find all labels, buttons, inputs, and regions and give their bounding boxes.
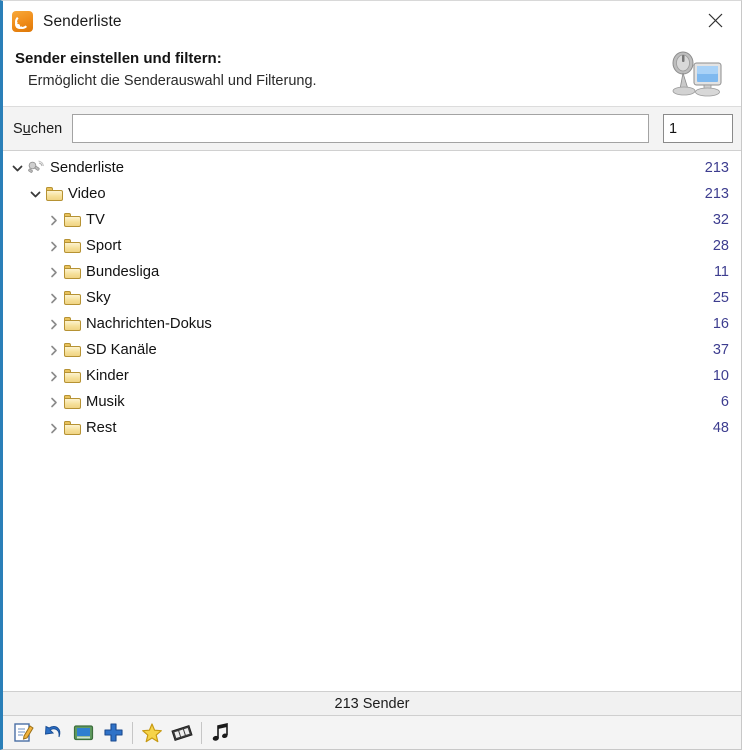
tree-item-label: Musik — [86, 394, 125, 410]
page-subtitle: Ermöglicht die Senderauswahl und Filteru… — [28, 73, 317, 89]
window-title: Senderliste — [43, 12, 122, 30]
chevron-right-icon[interactable] — [45, 423, 62, 434]
tree-item-count: 11 — [713, 264, 729, 280]
tree-item-count: 213 — [704, 160, 729, 176]
folder-icon — [62, 265, 82, 279]
tree-item-label: Senderliste — [50, 160, 125, 176]
tree-item-count: 48 — [712, 420, 729, 436]
toolbar-separator — [132, 721, 133, 744]
header-band: Sender einstellen und filtern: Ermöglich… — [3, 42, 741, 107]
tree-item-count: 6 — [720, 394, 729, 410]
tree-item-label: Video — [68, 186, 106, 202]
tree-row[interactable]: Sky 25 — [3, 285, 741, 311]
close-icon — [708, 13, 722, 27]
search-bar: Suchen — [3, 107, 741, 151]
search-input[interactable] — [72, 114, 649, 143]
tree-item-label: Rest — [86, 420, 117, 436]
chevron-right-icon[interactable] — [45, 345, 62, 356]
folder-icon — [62, 421, 82, 435]
folder-icon — [62, 369, 82, 383]
tree-item-count: 16 — [712, 316, 729, 332]
tv-screen-icon — [73, 725, 93, 741]
folder-icon — [62, 317, 82, 331]
senderliste-window: Senderliste Sender einstellen und filter… — [0, 0, 742, 750]
chevron-right-icon[interactable] — [45, 371, 62, 382]
satellite-dish-monitor-icon — [663, 45, 725, 103]
page-title: Sender einstellen und filtern: — [15, 50, 222, 67]
tree-row[interactable]: Video 213 — [3, 181, 741, 207]
chevron-right-icon[interactable] — [45, 319, 62, 330]
tree-item-label: SD Kanäle — [86, 342, 157, 358]
add-plus-icon — [103, 723, 123, 742]
chevron-right-icon[interactable] — [45, 397, 62, 408]
tree-row[interactable]: Kinder 10 — [3, 363, 741, 389]
tree-item-count: 37 — [712, 342, 729, 358]
tree-item-label: Sky — [86, 290, 111, 306]
tree-item-count: 32 — [712, 212, 729, 228]
toolbar-separator — [201, 721, 202, 744]
tree-row[interactable]: TV 32 — [3, 207, 741, 233]
edit-note-button[interactable] — [8, 719, 38, 747]
tree-row[interactable]: SD Kanäle 37 — [3, 337, 741, 363]
tree-item-count: 213 — [704, 186, 729, 202]
music-button[interactable] — [206, 719, 236, 747]
satellite-icon — [28, 160, 44, 173]
tree-item-count: 10 — [712, 368, 729, 384]
tree-row[interactable]: Musik 6 — [3, 389, 741, 415]
favorite-button[interactable] — [137, 719, 167, 747]
chevron-down-icon[interactable] — [9, 163, 26, 174]
tree-row[interactable]: Senderliste 213 — [3, 155, 741, 181]
folder-icon — [62, 291, 82, 305]
add-button[interactable] — [98, 719, 128, 747]
chevron-down-icon[interactable] — [27, 189, 44, 200]
search-label: Suchen — [13, 120, 63, 137]
close-button[interactable] — [693, 4, 737, 36]
tree-item-label: TV — [86, 212, 105, 228]
title-bar: Senderliste — [3, 1, 741, 42]
tree-row[interactable]: Sport 28 — [3, 233, 741, 259]
tree-item-label: Sport — [86, 238, 122, 254]
rss-signal-icon — [12, 11, 33, 32]
tree-item-count: 28 — [712, 238, 729, 254]
folder-icon — [62, 343, 82, 357]
chevron-right-icon[interactable] — [45, 241, 62, 252]
tree-item-count: 25 — [712, 290, 729, 306]
music-note-icon — [212, 723, 228, 741]
folder-icon — [62, 395, 82, 409]
tree-row[interactable]: Nachrichten-Dokus 16 — [3, 311, 741, 337]
undo-button[interactable] — [38, 719, 68, 747]
chevron-right-icon[interactable] — [45, 293, 62, 304]
edit-note-icon — [13, 723, 34, 742]
film-strip-button[interactable] — [167, 719, 197, 747]
favorite-star-icon — [142, 722, 162, 742]
result-count-input[interactable] — [663, 114, 733, 143]
tree-row[interactable]: Bundesliga 11 — [3, 259, 741, 285]
tree-item-label: Nachrichten-Dokus — [86, 316, 212, 332]
satellite-icon — [26, 160, 46, 176]
channel-tree[interactable]: Senderliste 213 Video 213 TV 32 Sport 28 Bundesl… — [3, 153, 741, 691]
tree-row[interactable]: Rest 48 — [3, 415, 741, 441]
folder-icon — [62, 213, 82, 227]
chevron-right-icon[interactable] — [45, 267, 62, 278]
folder-icon — [62, 239, 82, 253]
tree-item-label: Kinder — [86, 368, 129, 384]
tree-item-label: Bundesliga — [86, 264, 160, 280]
chevron-right-icon[interactable] — [45, 215, 62, 226]
tv-screen-button[interactable] — [68, 719, 98, 747]
bottom-toolbar — [3, 716, 741, 749]
folder-icon — [44, 187, 64, 201]
status-bar: 213 Sender — [3, 691, 741, 716]
undo-arrow-icon — [44, 725, 60, 738]
status-text: 213 Sender — [334, 695, 410, 712]
film-strip-icon — [171, 724, 193, 741]
